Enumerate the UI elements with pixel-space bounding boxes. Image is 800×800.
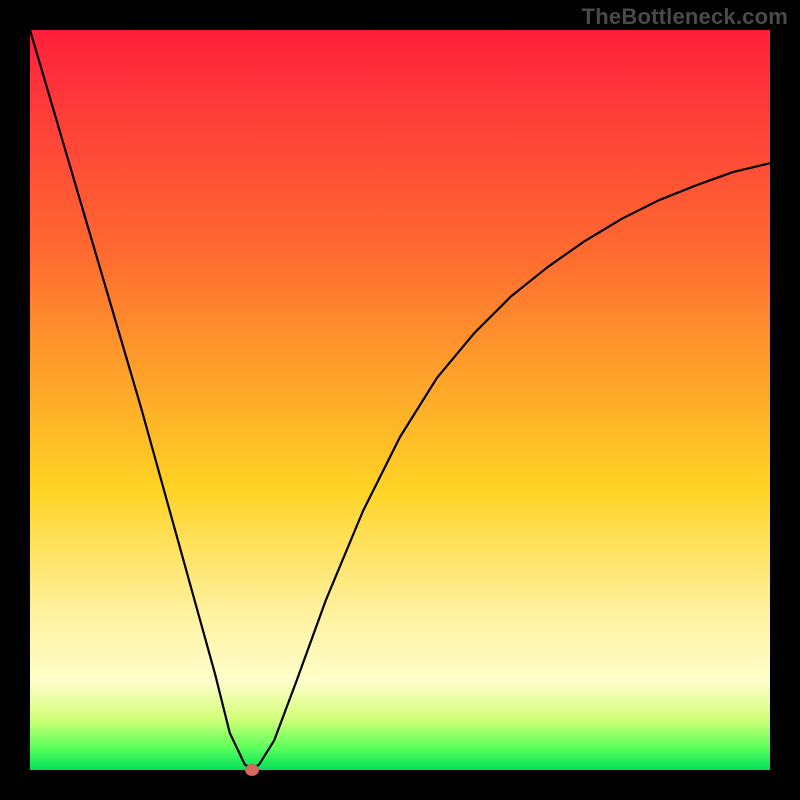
chart-frame: TheBottleneck.com — [0, 0, 800, 800]
plot-area — [30, 30, 770, 770]
optimal-point-marker — [245, 764, 259, 776]
bottleneck-curve — [30, 30, 770, 770]
watermark-text: TheBottleneck.com — [582, 4, 788, 30]
